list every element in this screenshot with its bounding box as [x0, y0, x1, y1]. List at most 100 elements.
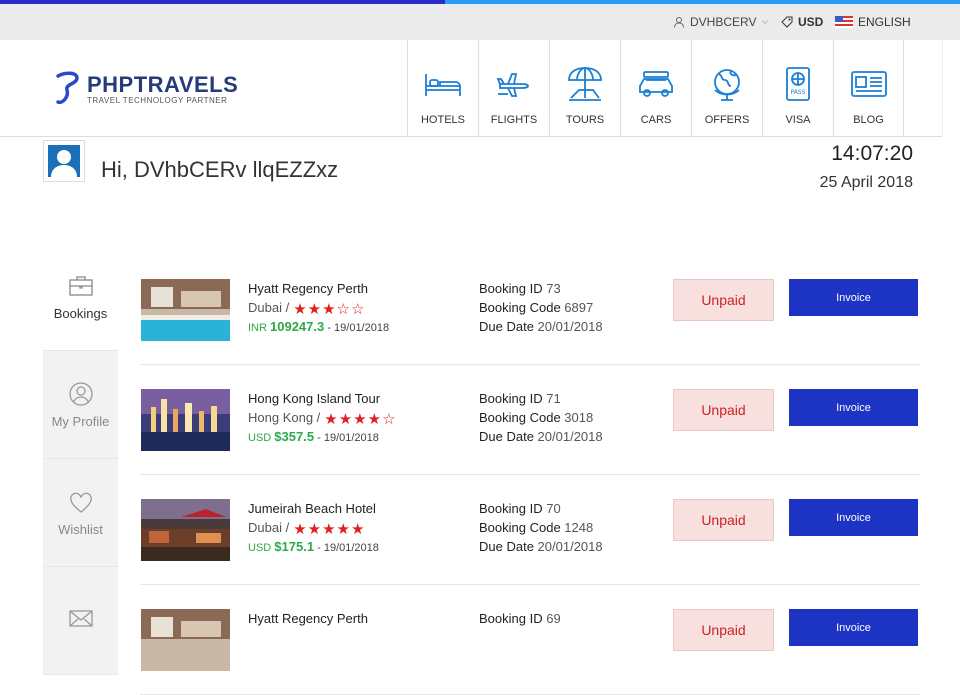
invoice-button[interactable]: Invoice: [789, 499, 918, 536]
user-silhouette-icon: [51, 150, 77, 177]
sidebar-item-label: Bookings: [53, 306, 108, 321]
id-card-icon: [850, 71, 887, 97]
price-amount: 109247.3: [270, 319, 325, 334]
briefcase-icon: [68, 276, 93, 296]
booking-id: 73: [546, 281, 561, 296]
booking-id-label: Booking ID: [479, 391, 543, 406]
nav-flights[interactable]: FLIGHTS: [478, 40, 549, 136]
sidebar-item-label: Wishlist: [58, 522, 103, 537]
tour-thumbnail[interactable]: [141, 389, 230, 451]
booking-code-label: Booking Code: [479, 520, 561, 535]
sidebar-item-bookings[interactable]: Bookings: [43, 243, 118, 351]
nav-hotels[interactable]: HOTELS: [407, 40, 478, 136]
avatar: [43, 140, 85, 182]
svg-text:PASS: PASS: [791, 89, 806, 96]
nav-offers[interactable]: OFFERS: [691, 40, 762, 136]
passport-icon: PASS: [786, 67, 810, 101]
phptravels-logo-icon: [56, 71, 79, 105]
price-amount: $357.5: [274, 429, 315, 444]
star-rating: ★★★☆☆: [293, 301, 366, 318]
invoice-button[interactable]: Invoice: [789, 609, 918, 646]
scrollbar-area: [942, 40, 960, 136]
greeting-text: Hi, DVhbCERv llqEZZxz: [101, 157, 339, 182]
booking-code-label: Booking Code: [479, 300, 561, 315]
brand-name: PHPTRAVELS: [87, 71, 239, 97]
booking-row: Hyatt Regency Perth Booking ID 69 Unpaid…: [140, 585, 920, 695]
sidebar-item-newsletter[interactable]: [43, 567, 118, 675]
user-circle-icon: [68, 382, 93, 406]
booking-location: Hong Kong /: [248, 410, 321, 425]
clock-date: 25 April 2018: [819, 174, 913, 191]
brand-logo[interactable]: PHPTRAVELS TRAVEL TECHNOLOGY PARTNER: [55, 70, 238, 106]
account-menu[interactable]: DVHBCERV: [673, 4, 769, 40]
booking-code: 6897: [564, 300, 594, 315]
sidebar-item-wishlist[interactable]: Wishlist: [43, 459, 118, 567]
envelope-icon: [68, 609, 93, 627]
currency-label: USD: [798, 15, 824, 29]
hotel-thumbnail[interactable]: [141, 279, 230, 341]
due-date: 20/01/2018: [537, 429, 603, 444]
due-date: 20/01/2018: [537, 539, 603, 554]
nav-flights-label: FLIGHTS: [490, 114, 538, 126]
booking-row: Hyatt Regency Perth Dubai / ★★★☆☆ INR 109…: [140, 255, 920, 365]
nav-tours-label: TOURS: [565, 114, 605, 126]
booking-location: Dubai /: [248, 300, 290, 315]
status-badge: Unpaid: [673, 499, 774, 541]
clock-time: 14:07:20: [831, 142, 913, 165]
umbrella-icon: [568, 67, 602, 101]
booking-location: Dubai /: [248, 520, 290, 535]
sidebar-item-label: My Profile: [51, 414, 110, 429]
due-date-label: Due Date: [479, 539, 534, 554]
hotel-thumbnail[interactable]: [141, 499, 230, 561]
booking-row: Hong Kong Island Tour Hong Kong / ★★★★☆ U…: [140, 365, 920, 475]
booking-id-label: Booking ID: [479, 611, 543, 626]
price-currency: INR: [248, 322, 267, 334]
booking-date: - 19/01/2018: [327, 322, 390, 334]
plane-icon: [496, 73, 529, 97]
booking-name[interactable]: Jumeirah Beach Hotel: [248, 501, 376, 516]
nav-blog[interactable]: BLOG: [833, 40, 904, 136]
nav-visa-label: VISA: [785, 114, 811, 126]
due-date-label: Due Date: [479, 319, 534, 334]
invoice-button[interactable]: Invoice: [789, 389, 918, 426]
booking-id: 69: [546, 611, 561, 626]
bed-icon: [425, 74, 461, 96]
booking-date: - 19/01/2018: [317, 542, 379, 554]
booking-id: 70: [546, 501, 561, 516]
account-sidebar: Bookings My Profile Wishlist: [43, 243, 118, 675]
price-currency: USD: [248, 542, 272, 554]
booking-id-label: Booking ID: [479, 501, 543, 516]
booking-id: 71: [546, 391, 561, 406]
sidebar-item-profile[interactable]: My Profile: [43, 351, 118, 459]
nav-offers-label: OFFERS: [704, 114, 750, 126]
account-label: DVHBCERV: [690, 15, 757, 29]
bookings-list: Hyatt Regency Perth Dubai / ★★★☆☆ INR 109…: [140, 255, 920, 695]
due-date-label: Due Date: [479, 429, 534, 444]
booking-name[interactable]: Hong Kong Island Tour: [248, 391, 380, 406]
nav-blog-label: BLOG: [853, 114, 884, 126]
booking-name[interactable]: Hyatt Regency Perth: [248, 281, 368, 296]
brand-tagline: TRAVEL TECHNOLOGY PARTNER: [87, 95, 228, 105]
hotel-thumbnail[interactable]: [141, 609, 230, 671]
booking-name[interactable]: Hyatt Regency Perth: [248, 611, 368, 626]
booking-id-label: Booking ID: [479, 281, 543, 296]
nav-hotels-label: HOTELS: [420, 114, 465, 126]
nav-menu: HOTELS FLIGHTS TOURS CARS OFFERS PASS VI…: [407, 40, 904, 136]
nav-tours[interactable]: TOURS: [549, 40, 620, 136]
currency-selector[interactable]: USD: [781, 4, 823, 40]
booking-code-label: Booking Code: [479, 410, 561, 425]
user-icon: [674, 17, 684, 28]
language-label: ENGLISH: [858, 15, 911, 29]
us-flag-icon: [835, 16, 853, 28]
status-badge: Unpaid: [673, 609, 774, 651]
booking-code: 3018: [564, 410, 594, 425]
booking-row: Jumeirah Beach Hotel Dubai / ★★★★★ USD $1…: [140, 475, 920, 585]
heart-icon: [69, 492, 92, 513]
nav-cars[interactable]: CARS: [620, 40, 691, 136]
invoice-button[interactable]: Invoice: [789, 279, 918, 316]
booking-date: - 19/01/2018: [317, 432, 379, 444]
nav-visa[interactable]: PASS VISA: [762, 40, 833, 136]
price-currency: USD: [248, 432, 272, 444]
language-selector[interactable]: ENGLISH: [835, 4, 911, 40]
price-amount: $175.1: [274, 539, 315, 554]
